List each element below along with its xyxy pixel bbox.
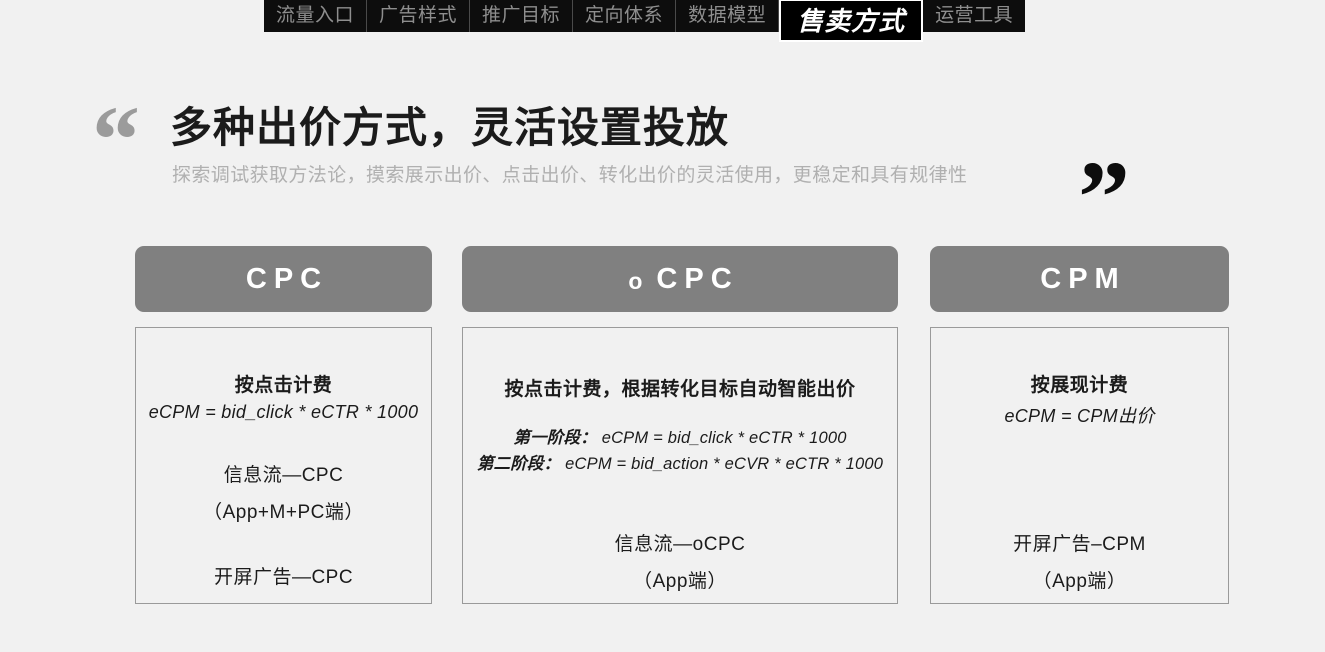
column-cpc: CPC 按点击计费 eCPM = bid_click * eCTR * 1000…: [135, 246, 432, 604]
cpc-billing-label: 按点击计费: [234, 375, 333, 396]
cpc-formula: eCPM = bid_click * eCTR * 1000: [148, 402, 419, 422]
column-header-cpm: CPM: [930, 246, 1229, 312]
cpm-channel-splash: 开屏广告–CPM: [1013, 534, 1146, 555]
tab-shoumaifangshi-active[interactable]: 售卖方式: [779, 0, 924, 42]
page-title: 多种出价方式，灵活设置投放: [170, 104, 730, 151]
column-body-cpc: 按点击计费 eCPM = bid_click * eCTR * 1000 信息流…: [135, 327, 432, 604]
ocpc-stage-1-formula: eCPM = bid_click * eCTR * 1000: [601, 429, 847, 447]
column-header-ocpc-label: CPC: [656, 262, 739, 295]
cpm-channel-splash-sub: （App端）: [1032, 571, 1127, 592]
column-header-cpc-label: CPC: [245, 262, 329, 295]
ocpc-stage-2-label: 第二阶段：: [476, 455, 561, 473]
tab-yunyinggongju[interactable]: 运营工具: [923, 0, 1026, 32]
column-header-cpm-label: CPM: [1040, 262, 1126, 295]
tab-tuiguangmubiao[interactable]: 推广目标: [470, 0, 574, 32]
column-body-cpm: 按展现计费 eCPM = CPM出价 开屏广告–CPM （App端）: [930, 327, 1229, 604]
column-header-cpc: CPC: [135, 246, 432, 312]
page-subtitle: 探索调试获取方法论，摸索展示出价、点击出价、转化出价的灵活使用，更稳定和具有规律…: [172, 165, 968, 186]
cpc-channel-feed-sub: （App+M+PC端）: [203, 502, 364, 523]
ocpc-stage-1-label: 第一阶段：: [513, 429, 597, 447]
ocpc-stage-2-formula: eCPM = bid_action * eCVR * eCTR * 1000: [565, 455, 884, 473]
ocpc-stage-1: 第一阶段： eCPM = bid_click * eCTR * 1000: [463, 424, 897, 448]
cpm-billing-label: 按展现计费: [1030, 375, 1129, 396]
tab-guanggaoyangshi[interactable]: 广告样式: [367, 0, 471, 32]
tab-list: 流量入口 广告样式 推广目标 定向体系 数据模型 售卖方式 运营工具: [264, 0, 1026, 42]
column-body-ocpc: 按点击计费，根据转化目标自动智能出价 第一阶段： eCPM = bid_clic…: [462, 327, 898, 604]
headline-block: “ 多种出价方式，灵活设置投放 探索调试获取方法论，摸索展示出价、点击出价、转化…: [92, 86, 1130, 255]
cpc-channel-feed: 信息流—CPC: [223, 465, 344, 486]
column-header-ocpc-prefix: o: [628, 267, 650, 294]
cpm-formula: eCPM = CPM出价: [1004, 406, 1155, 426]
ocpc-stage-2: 第二阶段： eCPM = bid_action * eCVR * eCTR * …: [463, 450, 897, 474]
column-cpm: CPM 按展现计费 eCPM = CPM出价 开屏广告–CPM （App端）: [930, 246, 1229, 604]
column-header-ocpc: o CPC: [462, 246, 898, 312]
ocpc-channel-feed: 信息流—oCPC: [614, 534, 746, 555]
tab-shujumoxing[interactable]: 数据模型: [676, 0, 780, 32]
ocpc-channel-feed-sub: （App端）: [633, 571, 727, 592]
section-nav-tabbar: 流量入口 广告样式 推广目标 定向体系 数据模型 售卖方式 运营工具: [0, 0, 1325, 46]
tab-dingxiangtixi[interactable]: 定向体系: [573, 0, 677, 32]
ocpc-billing-label: 按点击计费，根据转化目标自动智能出价: [504, 379, 856, 400]
cpc-channel-splash: 开屏广告—CPC: [213, 567, 354, 588]
column-ocpc: o CPC 按点击计费，根据转化目标自动智能出价 第一阶段： eCPM = bid…: [462, 246, 898, 604]
tab-liuliangrukou[interactable]: 流量入口: [264, 0, 368, 32]
